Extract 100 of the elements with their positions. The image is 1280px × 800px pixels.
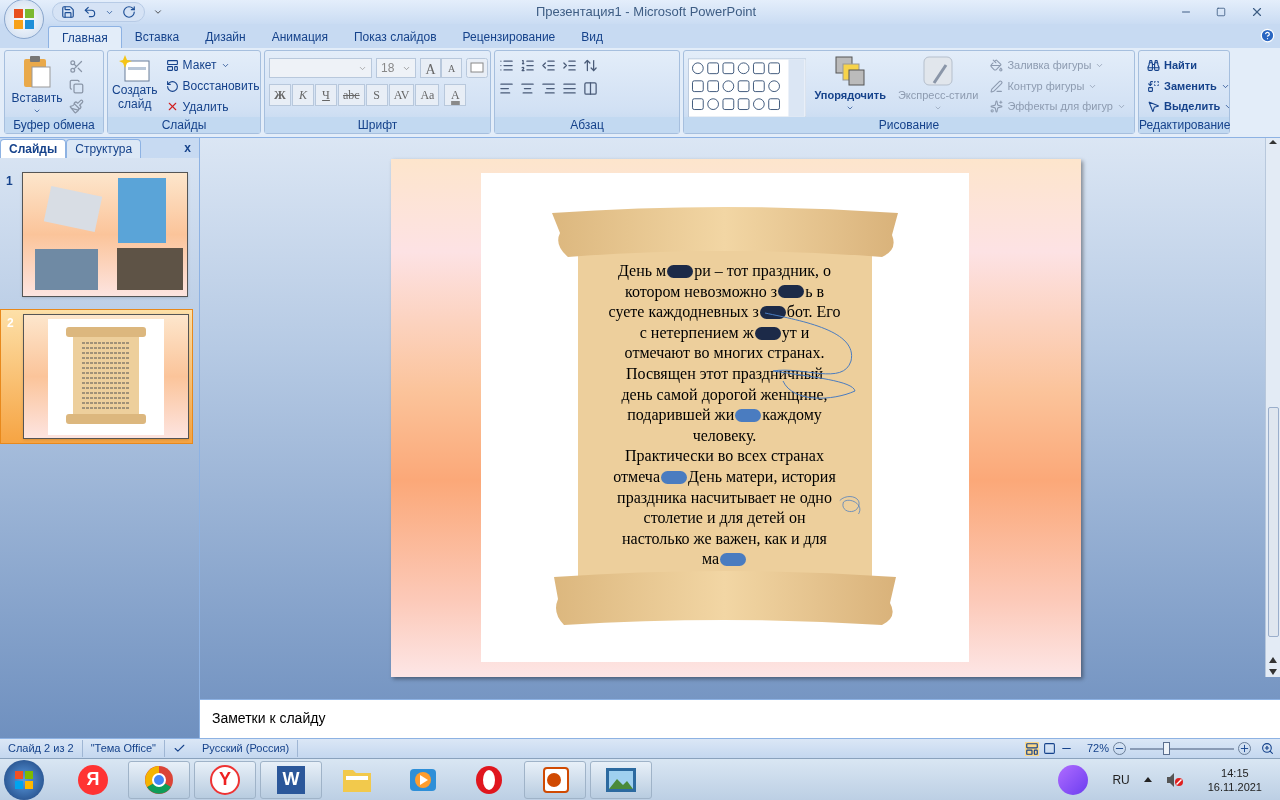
picture-icon: [605, 766, 637, 793]
slide-counter: Слайд 2 из 2: [0, 740, 83, 757]
align-right-icon[interactable]: [541, 81, 556, 96]
normal-view-icon[interactable]: [1024, 741, 1039, 756]
slide-text: День матери, история: [688, 466, 836, 488]
numbering-icon[interactable]: [520, 58, 535, 73]
sorter-view-icon[interactable]: [1042, 742, 1056, 755]
slide-text: День м: [617, 261, 667, 282]
group-label: Слайды: [108, 117, 260, 133]
customize-toolbar-icon[interactable]: [153, 7, 163, 17]
taskbar-app[interactable]: Я: [62, 760, 124, 799]
bullets-icon[interactable]: [499, 58, 514, 73]
slide-text: праздника насчитывает не одно: [617, 487, 832, 509]
next-slide-icon[interactable]: [1269, 669, 1277, 675]
scroll-up-icon[interactable]: [1269, 140, 1277, 144]
layout-icon: [165, 58, 179, 72]
clock[interactable]: 14:15 16.11.2021: [1207, 765, 1262, 794]
taskbar-app[interactable]: W: [260, 760, 322, 799]
grow-font-button[interactable]: A: [420, 58, 441, 78]
font-format-button[interactable]: AV: [388, 84, 415, 106]
ribbon-tab[interactable]: Анимация: [258, 26, 341, 48]
ribbon-command[interactable]: Заменить: [1143, 75, 1229, 97]
arrange-button[interactable]: Упорядочить: [810, 55, 890, 117]
ribbon-command[interactable]: Макет: [161, 55, 260, 76]
close-panel-button[interactable]: x: [184, 139, 191, 157]
scroll-thumb[interactable]: [1267, 407, 1279, 637]
spelling-check-icon[interactable]: [172, 742, 186, 755]
paintbrush-icon: [922, 55, 955, 87]
ribbon-tab[interactable]: Главная: [48, 26, 122, 48]
slide-text: отмечают во многих странах.: [624, 343, 825, 364]
font-format-button[interactable]: Ч: [315, 84, 337, 106]
font-format-button[interactable]: abc: [338, 84, 365, 106]
slide-text: бот. Его: [786, 302, 841, 323]
font-format-button[interactable]: К: [292, 84, 314, 106]
previous-slide-icon[interactable]: [1269, 657, 1277, 663]
taskbar-app[interactable]: [524, 760, 586, 799]
app-icon: Я: [78, 764, 108, 795]
zoom-level: 72%: [1086, 741, 1109, 757]
slide-thumbnail[interactable]: [22, 172, 188, 297]
taskbar-app[interactable]: Y: [194, 760, 256, 799]
increase-indent-icon[interactable]: [562, 58, 577, 73]
zoom-slider-thumb[interactable]: [1163, 741, 1171, 755]
caret-icon: [33, 107, 41, 115]
windows-logo-icon: [14, 769, 34, 790]
line-spacing-icon[interactable]: [583, 58, 598, 73]
start-button[interactable]: [4, 759, 44, 800]
font-format-button[interactable]: Ж: [269, 84, 291, 106]
ribbon-command[interactable]: Найти: [1143, 55, 1229, 76]
ribbon-command[interactable]: Удалить: [161, 96, 260, 117]
taskbar-app[interactable]: [128, 760, 190, 799]
app-icon: Y: [210, 764, 240, 795]
ribbon-tab[interactable]: Показ слайдов: [341, 26, 450, 48]
align-center-icon[interactable]: [520, 81, 535, 96]
ribbon-command[interactable]: Восстановить: [161, 75, 260, 97]
panel-tab[interactable]: Структура: [66, 139, 142, 158]
fit-to-window-icon[interactable]: [1261, 742, 1274, 755]
vertical-scrollbar[interactable]: [1265, 138, 1280, 677]
ribbon-tab[interactable]: Вставка: [121, 26, 193, 48]
thumbnail-row[interactable]: 1: [0, 168, 193, 301]
notes-pane[interactable]: Заметки к слайду: [200, 699, 1280, 738]
muted-speaker-icon[interactable]: [1165, 771, 1184, 788]
align-left-icon[interactable]: [499, 81, 514, 96]
group-label: Рисование: [684, 117, 1134, 133]
redo-icon[interactable]: [122, 5, 136, 19]
photo-placeholder: [118, 178, 166, 243]
slide-text: человеку.: [692, 425, 757, 447]
decrease-indent-icon[interactable]: [541, 58, 556, 73]
close-icon[interactable]: [1250, 5, 1264, 19]
restore-icon[interactable]: [1216, 7, 1226, 17]
columns-icon[interactable]: [583, 81, 598, 96]
shapes-gallery-drawing[interactable]: [688, 55, 807, 117]
font-format-button[interactable]: S: [365, 84, 388, 106]
language-label: Русский (Россия): [193, 740, 299, 757]
font-format-button[interactable]: Aa: [415, 84, 440, 106]
paste-button[interactable]: Вставить: [9, 55, 65, 117]
font-name-field[interactable]: [269, 58, 372, 78]
paint-bucket-icon: [990, 58, 1004, 72]
new-slide-button[interactable]: Создать слайд: [112, 55, 158, 117]
shrink-font-button[interactable]: A: [441, 58, 462, 78]
taskbar-app[interactable]: [590, 760, 652, 799]
slide-thumbnail[interactable]: [23, 314, 189, 439]
help-icon[interactable]: [1260, 28, 1275, 43]
ribbon-command[interactable]: Выделить: [1143, 96, 1229, 117]
office-logo-icon: [13, 8, 35, 30]
ribbon-tab[interactable]: Дизайн: [192, 26, 259, 48]
zoom-in-icon[interactable]: [1238, 742, 1251, 755]
tray-arrow-icon[interactable]: [1143, 777, 1152, 782]
ribbon-tab[interactable]: Рецензирование: [449, 26, 569, 48]
save-icon[interactable]: [61, 5, 75, 19]
justify-icon[interactable]: [562, 81, 577, 96]
slide-number: 1: [6, 173, 14, 190]
window-title: Презентация1 - Microsoft PowerPoint: [536, 3, 757, 22]
reset-icon: [165, 79, 179, 93]
ribbon-tab[interactable]: Вид: [568, 26, 616, 48]
panel-tab[interactable]: Слайды: [0, 139, 67, 158]
undo-icon[interactable]: [83, 5, 97, 19]
input-language[interactable]: RU: [1112, 770, 1130, 789]
font-format-button[interactable]: A: [444, 84, 467, 106]
effects-icon: [990, 100, 1004, 114]
assistant-icon[interactable]: [1058, 764, 1089, 795]
